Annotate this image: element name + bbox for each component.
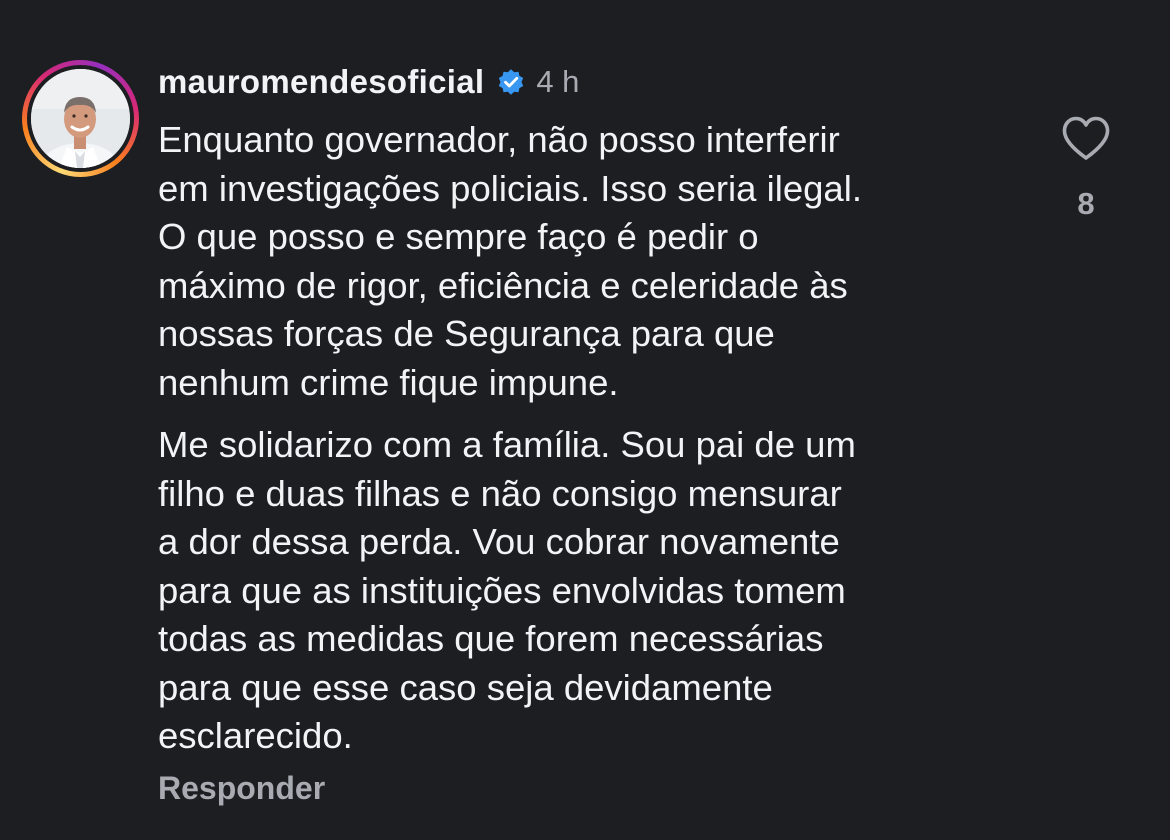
comment-paragraph-2: Me solidarizo com a família. Sou pai de … — [158, 424, 856, 756]
like-count: 8 — [1077, 186, 1095, 221]
username[interactable]: mauromendesoficial — [158, 63, 484, 101]
avatar — [31, 69, 130, 168]
like-control: 8 — [1060, 114, 1112, 222]
reply-button[interactable]: Responder — [158, 770, 325, 807]
comment-paragraph-1: Enquanto governador, não posso interferi… — [158, 119, 862, 403]
comment-header: mauromendesoficial 4 h — [158, 60, 579, 104]
avatar-photo — [31, 69, 130, 168]
heart-outline-icon[interactable] — [1060, 114, 1112, 162]
comment-text: Enquanto governador, não posso interferi… — [158, 116, 1038, 761]
comment-timestamp: 4 h — [536, 64, 580, 99]
avatar-story-ring[interactable] — [22, 60, 139, 177]
verified-badge-icon — [499, 69, 524, 95]
comment: mauromendesoficial 4 h Enquanto governad… — [0, 0, 1170, 840]
